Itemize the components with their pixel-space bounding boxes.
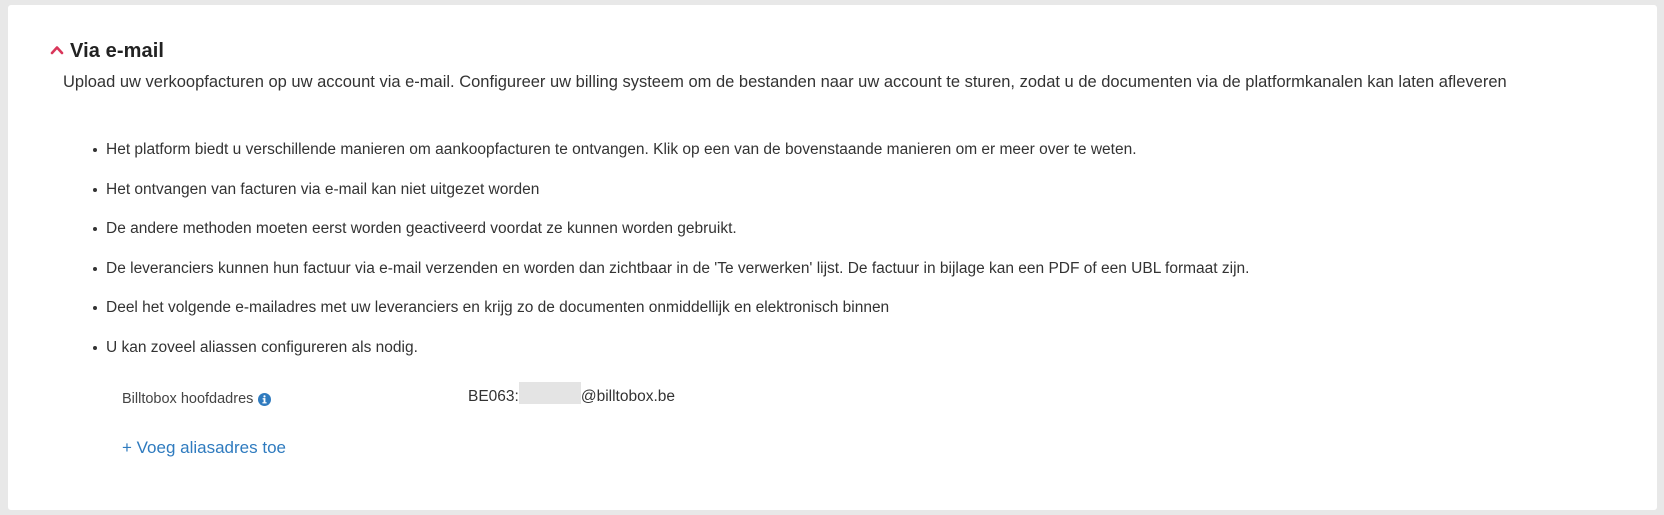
add-alias-link[interactable]: + Voeg aliasadres toe bbox=[122, 438, 286, 458]
section-header-via-email[interactable]: Via e-mail bbox=[50, 40, 164, 63]
email-settings-card: Via e-mail Upload uw verkoopfacturen op … bbox=[8, 5, 1657, 510]
chevron-up-icon[interactable] bbox=[50, 43, 64, 57]
bullet-text: De leveranciers kunnen hun factuur via e… bbox=[106, 259, 1250, 277]
bullet-item: Het ontvangen van facturen via e-mail ka… bbox=[90, 180, 1249, 200]
bullet-dot bbox=[93, 187, 97, 192]
bullet-dot bbox=[93, 148, 97, 152]
bullet-dot bbox=[93, 227, 97, 231]
bullet-dot bbox=[93, 306, 97, 310]
bullet-dot bbox=[93, 266, 97, 271]
main-address-prefix: BE063: bbox=[468, 388, 519, 405]
bullet-item: Het platform biedt u verschillende manie… bbox=[90, 140, 1249, 160]
bullet-text: Het ontvangen van facturen via e-mail ka… bbox=[106, 180, 540, 198]
main-address-label-group: Billtobox hoofdadres bbox=[122, 391, 272, 407]
section-description: Upload uw verkoopfacturen op uw account … bbox=[63, 73, 1507, 91]
bullet-item: De leveranciers kunnen hun factuur via e… bbox=[90, 259, 1249, 279]
main-address-label: Billtobox hoofdadres bbox=[122, 391, 254, 407]
bullet-item: De andere methoden moeten eerst worden g… bbox=[90, 219, 1249, 239]
bullet-text: U kan zoveel aliassen configureren als n… bbox=[106, 338, 418, 356]
main-address-suffix: @billtobox.be bbox=[580, 388, 676, 405]
redacted-block bbox=[518, 382, 581, 404]
bullet-text: Het platform biedt u verschillende manie… bbox=[106, 141, 1137, 158]
main-address-value: BE063: @billtobox.be bbox=[468, 382, 676, 409]
bullet-text: Deel het volgende e-mailadres met uw lev… bbox=[106, 299, 890, 316]
info-bullet-list: Het platform biedt u verschillende manie… bbox=[90, 140, 1249, 377]
section-title: Via e-mail bbox=[70, 40, 165, 62]
bullet-item: Deel het volgende e-mailadres met uw lev… bbox=[90, 298, 1249, 318]
main-address-row: Billtobox hoofdadres BE063: @billtobox.b… bbox=[122, 382, 822, 409]
info-circle-icon[interactable] bbox=[258, 392, 272, 406]
bullet-dot bbox=[93, 345, 97, 350]
bullet-text: De andere methoden moeten eerst worden g… bbox=[106, 220, 737, 237]
bullet-item: U kan zoveel aliassen configureren als n… bbox=[90, 338, 1249, 358]
